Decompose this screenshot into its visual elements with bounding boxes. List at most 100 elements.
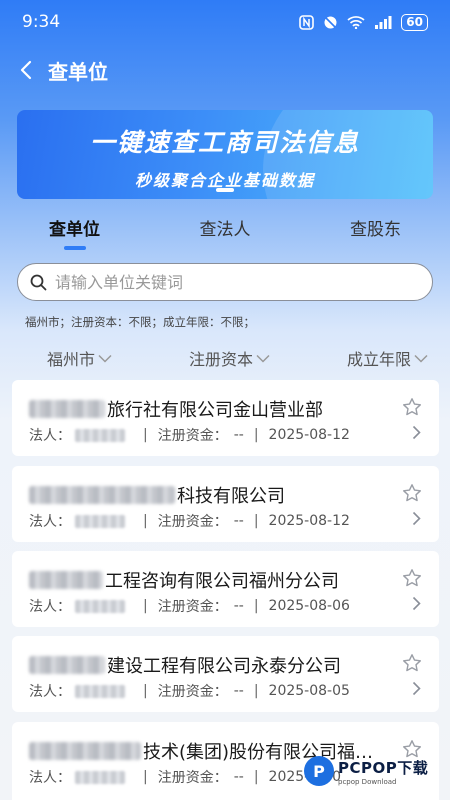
meta-separator: |	[253, 513, 259, 529]
banner-pagination	[216, 188, 234, 192]
promo-banner[interactable]: 一键速查工商司法信息 秒级聚合企业基础数据	[17, 110, 433, 199]
chevron-left-icon	[20, 60, 32, 80]
meta-separator: |	[143, 598, 148, 614]
capital-label: 注册资金：	[157, 514, 228, 530]
chevron-right-icon[interactable]	[412, 425, 421, 440]
capital-value: --	[233, 513, 244, 529]
search-input[interactable]	[55, 272, 395, 292]
redacted-name-prefix	[29, 742, 141, 760]
search-box[interactable]	[17, 263, 433, 301]
meta-separator: |	[253, 427, 259, 443]
star-icon[interactable]	[402, 397, 422, 417]
search-icon	[30, 274, 47, 290]
redacted-name-prefix	[29, 656, 105, 674]
nfc-icon	[299, 14, 315, 30]
company-card[interactable]: 旅行社有限公司金山营业部 法人： | 注册资金： -- | 2025-08-12	[12, 380, 439, 456]
watermark-text: PCPOP下载 pcpop Download	[338, 757, 428, 786]
filter-city-label: 福州市	[47, 350, 96, 369]
watermark-main: PCPOP下载	[338, 758, 429, 777]
company-card[interactable]: 建设工程有限公司永泰分公司 法人： | 注册资金： -- | 2025-08-0…	[12, 636, 439, 712]
filter-years[interactable]: 成立年限	[347, 344, 428, 372]
redacted-legal-person	[75, 684, 125, 698]
legal-person-label: 法人：	[29, 514, 71, 530]
status-bar: 9:34 60	[0, 0, 450, 44]
filter-years-label: 成立年限	[346, 350, 411, 369]
star-icon[interactable]	[402, 483, 422, 503]
search-type-tabs: 查单位 查法人 查股东	[0, 215, 450, 251]
redacted-legal-person	[75, 514, 125, 528]
capital-label: 注册资金：	[157, 684, 228, 700]
company-name: 工程咨询有限公司福州分公司	[105, 571, 339, 592]
meta-separator: |	[143, 513, 148, 529]
registration-date: 2025-08-12	[268, 427, 350, 443]
redacted-name-prefix	[29, 571, 103, 589]
signal-icon	[375, 15, 392, 29]
legal-person-label: 法人：	[29, 684, 71, 700]
redacted-legal-person	[75, 770, 125, 784]
legal-person-label: 法人：	[29, 770, 71, 786]
filter-bar: 福州市 注册资本 成立年限	[0, 344, 450, 372]
registration-date: 2025-08-06	[268, 598, 350, 614]
banner-title: 一键速查工商司法信息	[89, 128, 360, 157]
company-name-row: 建设工程有限公司永泰分公司	[29, 652, 341, 678]
meta-separator: |	[143, 683, 148, 699]
company-name-row: 旅行社有限公司金山营业部	[29, 396, 323, 422]
chevron-right-icon[interactable]	[412, 681, 421, 696]
capital-label: 注册资金：	[157, 599, 228, 615]
chevron-down-icon	[256, 354, 270, 363]
capital-label: 注册资金：	[157, 428, 228, 444]
wifi-icon	[347, 16, 365, 29]
company-card[interactable]: 科技有限公司 法人： | 注册资金： -- | 2025-08-12	[12, 466, 439, 542]
chevron-right-icon[interactable]	[412, 511, 421, 526]
filter-capital[interactable]: 注册资本	[189, 344, 270, 372]
company-name: 旅行社有限公司金山营业部	[107, 400, 323, 421]
capital-value: --	[233, 427, 244, 443]
registration-date: 2025-08-12	[268, 513, 350, 529]
star-icon[interactable]	[402, 653, 422, 673]
pcpop-logo-icon: P	[304, 756, 334, 786]
filter-city[interactable]: 福州市	[47, 344, 112, 372]
tab-legal-person[interactable]: 查法人	[200, 215, 251, 251]
meta-separator: |	[253, 598, 259, 614]
company-meta: 法人： | 注册资金： -- | 2025-08-06	[29, 596, 350, 616]
battery-icon: 60	[401, 13, 428, 31]
registration-date: 2025-08-05	[268, 683, 350, 699]
company-card[interactable]: 工程咨询有限公司福州分公司 法人： | 注册资金： -- | 2025-08-0…	[12, 551, 439, 627]
capital-label: 注册资金：	[157, 770, 228, 786]
meta-separator: |	[143, 769, 148, 785]
capital-value: --	[233, 683, 244, 699]
company-meta: 法人： | 注册资金： -- | 2025-08-12	[29, 511, 350, 531]
legal-person-label: 法人：	[29, 599, 71, 615]
filter-capital-label: 注册资本	[188, 350, 253, 369]
redacted-legal-person	[75, 428, 125, 442]
company-name-row: 工程咨询有限公司福州分公司	[29, 567, 339, 593]
tab-shareholder[interactable]: 查股东	[350, 215, 401, 251]
chevron-right-icon[interactable]	[412, 596, 421, 611]
filter-summary: 福州市；注册资本：不限；成立年限：不限；	[25, 315, 255, 329]
star-icon[interactable]	[402, 568, 422, 588]
banner-dot-active	[216, 188, 234, 192]
silent-icon	[324, 16, 337, 28]
redacted-legal-person	[75, 599, 125, 613]
company-name-row: 科技有限公司	[29, 482, 285, 508]
chevron-down-icon	[98, 354, 112, 363]
company-meta: 法人： | 注册资金： -- | 2025-08-12	[29, 425, 350, 445]
redacted-name-prefix	[29, 400, 105, 418]
back-button[interactable]	[4, 48, 48, 92]
page-title: 查单位	[48, 59, 108, 84]
pcpop-watermark: P PCPOP下载 pcpop Download	[304, 752, 444, 790]
capital-value: --	[233, 769, 244, 785]
company-meta: 法人： | 注册资金： -- | 2025-08-05	[29, 681, 350, 701]
watermark-sub: pcpop Download	[338, 777, 397, 786]
company-name: 科技有限公司	[177, 486, 285, 507]
chevron-down-icon	[414, 354, 428, 363]
legal-person-label: 法人：	[29, 428, 71, 444]
redacted-name-prefix	[29, 486, 175, 504]
meta-separator: |	[143, 427, 148, 443]
nav-bar: 查单位	[0, 48, 450, 92]
status-icons: 60	[299, 13, 428, 31]
company-meta: 法人： | 注册资金： -- | 2025-08-0	[29, 767, 341, 787]
tab-company[interactable]: 查单位	[49, 215, 100, 251]
status-time: 9:34	[22, 12, 61, 32]
meta-separator: |	[253, 683, 259, 699]
